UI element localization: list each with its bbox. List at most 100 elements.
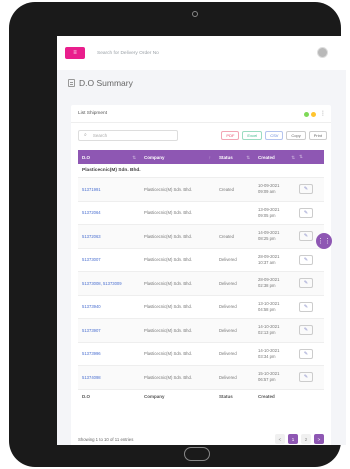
prev-page-button[interactable]: < [275,434,285,444]
table-row: 51373940 Plasticecnic(M) Sdn. Bhd. Deliver… [78,296,324,319]
created-time: 10:37 am [258,259,276,265]
page-2-button[interactable]: 2 [301,434,311,444]
document-icon [68,79,75,87]
column-header-status[interactable]: Status ⇅ [215,155,254,160]
edit-icon: ✎ [303,186,309,193]
company-cell: Plasticecnic(M) Sdn. Bhd. [144,327,192,333]
sort-icon: ⇅ [291,154,295,160]
do-link[interactable]: 51373940 [78,304,140,309]
table-info: Showing 1 to 10 of 11 entries < 1 2 > [78,432,324,445]
company-cell: Plasticecnic(M) Sdn. Bhd. [144,304,192,310]
grid-menu-button[interactable]: ⋮⋮ [316,233,332,249]
edit-button[interactable]: ✎ [299,348,313,359]
actions-cell: ✎ [299,325,324,336]
menu-button[interactable]: ≡ [65,47,85,59]
table-toolbar: ⌕ Search PDF Excel CSV Copy Print [71,123,331,147]
user-avatar[interactable] [317,47,328,58]
created-time: 06:57 pm [258,377,276,383]
column-header-actions: ⇅ [299,154,324,160]
table-row: 51373907 Plasticecnic(M) Sdn. Bhd. Deliver… [78,319,324,343]
actions-cell: ✎ [299,301,324,312]
created-cell: 10-09-2021 09:09 am [254,183,299,195]
actions-cell: ✎ [299,254,324,265]
created-time: 02:13 pm [258,330,276,336]
column-header-created[interactable]: Created ⇅ [254,155,299,160]
company-cell: Plasticecnic(M) Sdn. Bhd. [144,280,192,286]
company-cell: Plasticecnic(M) Sdn. Bhd. [144,257,192,263]
edit-button[interactable]: ✎ [299,372,313,383]
created-time: 03:34 pm [258,353,276,359]
next-page-button[interactable]: > [314,434,324,444]
actions-cell: ✎ [299,278,324,289]
created-time: 09:05 pm [258,212,276,218]
created-time: 09:09 am [258,189,276,195]
table-footer: D.O Company Status Created [78,390,324,404]
do-link[interactable]: 51372063 [78,234,140,239]
company-cell: Plasticecnic(M) Sdn. Bhd. [144,233,192,239]
edit-icon: ✎ [303,303,309,310]
group-row: Plasticecnic(M) Sdn. Bhd. [78,164,324,178]
created-cell: 15-10-2021 06:57 pm [254,371,299,383]
column-header-do[interactable]: D.O ⇅ [78,155,140,160]
yellow-status-dot [311,112,316,117]
camera-icon [192,11,198,17]
table-search-input[interactable]: ⌕ Search [78,129,178,141]
do-link[interactable]: 51372064 [78,210,140,215]
home-button[interactable] [184,447,210,461]
status-cell: Delivered [219,304,237,310]
page-1-button[interactable]: 1 [288,434,298,444]
page-header: D.O Summary [57,70,346,96]
status-cell: Delivered [219,257,237,263]
tablet-frame: ≡ Search for Delivery Order No D.O Summa… [9,2,346,467]
created-cell: 28-09-2021 02:38 pm [254,277,299,289]
edit-button[interactable]: ✎ [299,207,313,218]
status-cell: Delivered [219,374,237,380]
green-status-dot [304,112,309,117]
status-cell: Created [219,233,234,239]
status-cell: Delivered [219,327,237,333]
edit-button[interactable]: ✎ [299,278,313,289]
do-link[interactable]: 51371991 [78,187,140,192]
actions-cell: ✎ [299,184,324,195]
print-button[interactable]: Print [308,131,327,140]
edit-icon: ✎ [303,350,309,357]
table-row: 51374098 Plasticecnic(M) Sdn. Bhd. Deliver… [78,366,324,390]
status-cell: Delivered [219,280,237,286]
do-link[interactable]: 51373008, 51373009 [78,281,140,286]
do-link[interactable]: 51373007 [78,257,140,262]
sort-icon: ⇅ [132,154,136,160]
csv-button[interactable]: CSV [265,131,284,140]
pdf-button[interactable]: PDF [221,131,240,140]
do-link[interactable]: 51373907 [78,328,140,333]
edit-icon: ✎ [303,280,309,287]
created-time: 04:58 pm [258,306,276,312]
edit-button[interactable]: ✎ [299,301,313,312]
shipment-table: D.O ⇅ Company ↑ Status ⇅ Created ⇅ ⇅ Plastic… [78,150,324,404]
more-options-icon[interactable]: ⋮ [320,110,326,117]
table-row: 51371991 Plasticecnic(M) Sdn. Bhd. Created… [78,178,324,202]
copy-button[interactable]: Copy [286,131,306,140]
company-cell: Plasticecnic(M) Sdn. Bhd. [144,374,192,380]
pagination: < 1 2 > [275,434,324,444]
footer-status: Status [219,394,233,399]
do-link[interactable]: 51374098 [78,375,140,380]
table-row: 51372063 Plasticecnic(M) Sdn. Bhd. Created… [78,225,324,249]
excel-button[interactable]: Excel [242,131,263,140]
delivery-order-search-input[interactable]: Search for Delivery Order No [97,51,159,56]
table-row: 51372064 Plasticecnic(M) Sdn. Bhd. 13-09-2… [78,202,324,225]
edit-button[interactable]: ✎ [299,184,313,195]
edit-button[interactable]: ✎ [299,254,313,265]
company-cell: Plasticecnic(M) Sdn. Bhd. [144,210,192,216]
app-screen: ≡ Search for Delivery Order No D.O Summa… [57,36,346,445]
do-link[interactable]: 51373996 [78,351,140,356]
edit-icon: ✎ [303,374,309,381]
column-header-company[interactable]: Company ↑ [140,155,215,160]
edit-button[interactable]: ✎ [299,231,313,242]
export-buttons: PDF Excel CSV Copy Print [221,131,327,140]
shipment-card: List Shipment ⋮ ⌕ Search PDF Excel CSV C… [71,105,331,445]
table-header: D.O ⇅ Company ↑ Status ⇅ Created ⇅ ⇅ [78,150,324,164]
created-cell: 13-10-2021 04:58 pm [254,301,299,313]
showing-entries: Showing 1 to 10 of 11 entries [78,436,134,442]
edit-button[interactable]: ✎ [299,325,313,336]
status-cell: Delivered [219,351,237,357]
